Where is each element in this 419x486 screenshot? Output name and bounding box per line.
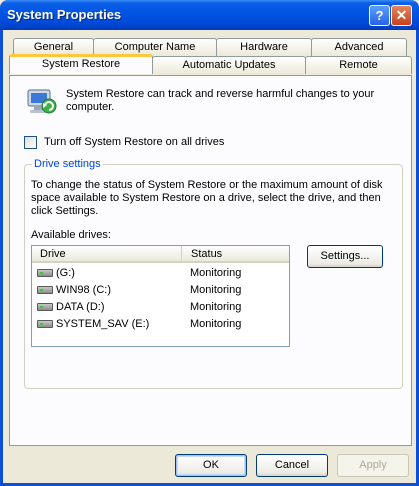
close-icon[interactable]: ✕ bbox=[391, 5, 412, 26]
drive-status: Monitoring bbox=[190, 284, 242, 296]
list-item[interactable]: SYSTEM_SAV (E:) Monitoring bbox=[32, 316, 289, 333]
drive-name: (G:) bbox=[56, 267, 75, 279]
title-bar[interactable]: System Properties ? ✕ bbox=[0, 0, 419, 30]
dialog-footer: OK Cancel Apply bbox=[3, 448, 416, 483]
drive-status: Monitoring bbox=[190, 267, 242, 279]
list-item[interactable]: (G:) Monitoring bbox=[32, 265, 289, 282]
tab-automatic-updates[interactable]: Automatic Updates bbox=[152, 56, 306, 74]
turn-off-checkbox-label[interactable]: Turn off System Restore on all drives bbox=[44, 136, 224, 148]
drive-status: Monitoring bbox=[190, 318, 242, 330]
system-properties-window: System Properties ? ✕ General Computer N… bbox=[0, 0, 419, 486]
hard-drive-icon bbox=[37, 286, 53, 294]
column-drive[interactable]: Drive bbox=[32, 246, 182, 263]
drives-list[interactable]: Drive Status (G:) Monitoring WIN98 (C:) … bbox=[31, 245, 290, 347]
ok-button[interactable]: OK bbox=[175, 454, 247, 477]
help-icon[interactable]: ? bbox=[369, 5, 390, 26]
list-item[interactable]: WIN98 (C:) Monitoring bbox=[32, 282, 289, 299]
column-status[interactable]: Status bbox=[183, 246, 289, 263]
drive-settings-group: Drive settings To change the status of S… bbox=[24, 158, 403, 389]
drive-settings-description: To change the status of System Restore o… bbox=[31, 179, 383, 217]
tab-remote[interactable]: Remote bbox=[305, 56, 412, 74]
drive-status: Monitoring bbox=[190, 301, 242, 313]
tab-hardware[interactable]: Hardware bbox=[216, 38, 312, 56]
turn-off-checkbox[interactable] bbox=[24, 136, 37, 149]
cancel-button[interactable]: Cancel bbox=[256, 454, 328, 477]
apply-button[interactable]: Apply bbox=[337, 454, 409, 477]
window-title: System Properties bbox=[7, 7, 122, 22]
system-restore-panel: System Restore can track and reverse har… bbox=[9, 75, 412, 446]
tab-advanced[interactable]: Advanced bbox=[311, 38, 407, 56]
drive-name: WIN98 (C:) bbox=[56, 284, 111, 296]
tab-system-restore[interactable]: System Restore bbox=[9, 54, 153, 74]
hard-drive-icon bbox=[37, 320, 53, 328]
dialog-client-area: General Computer Name Hardware Advanced … bbox=[3, 30, 416, 483]
hard-drive-icon bbox=[37, 269, 53, 277]
drive-name: DATA (D:) bbox=[56, 301, 105, 313]
system-restore-icon bbox=[27, 89, 57, 114]
drive-name: SYSTEM_SAV (E:) bbox=[56, 318, 150, 330]
available-drives-label: Available drives: bbox=[31, 229, 111, 241]
settings-button[interactable]: Settings... bbox=[307, 245, 383, 268]
drive-settings-title: Drive settings bbox=[32, 158, 103, 170]
drives-list-header: Drive Status bbox=[32, 246, 289, 263]
list-item[interactable]: DATA (D:) Monitoring bbox=[32, 299, 289, 316]
intro-text: System Restore can track and reverse har… bbox=[66, 88, 375, 113]
hard-drive-icon bbox=[37, 303, 53, 311]
